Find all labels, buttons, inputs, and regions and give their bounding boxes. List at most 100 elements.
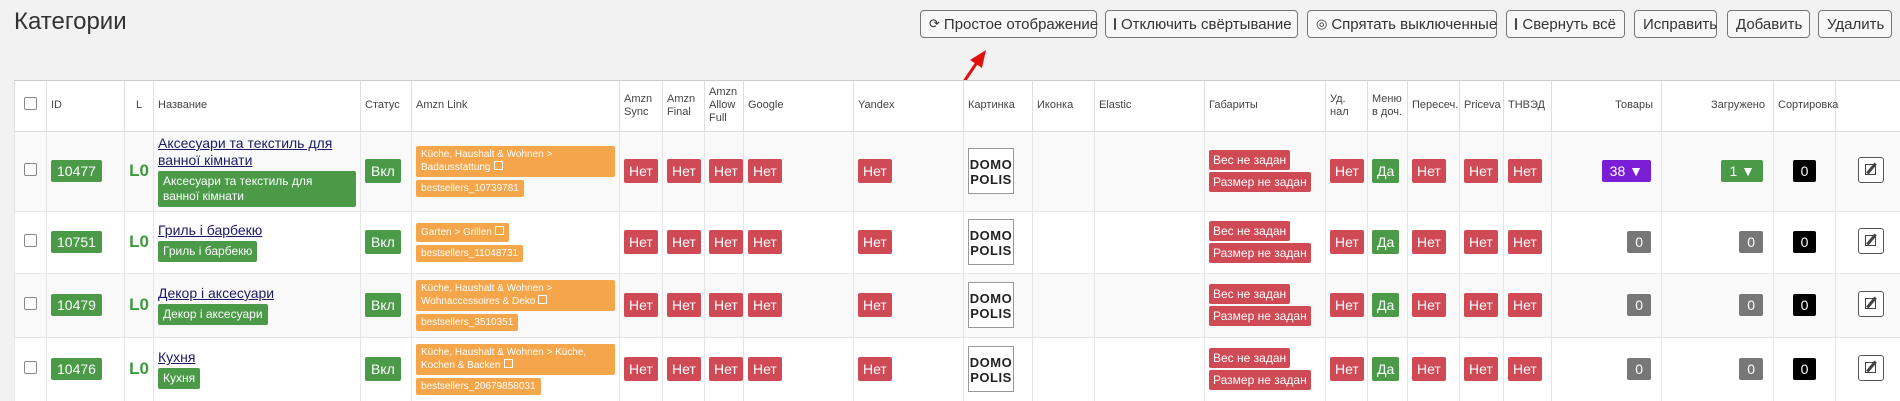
peresech-badge[interactable]: Нет xyxy=(1412,293,1446,317)
products-count[interactable]: 0 xyxy=(1627,358,1651,380)
col-tnved[interactable]: ТНВЭД xyxy=(1504,81,1552,131)
status-toggle[interactable]: Вкл xyxy=(365,159,401,183)
col-l[interactable]: L xyxy=(125,81,154,131)
tnved-badge[interactable]: Нет xyxy=(1508,357,1542,381)
amzn-final-badge[interactable]: Нет xyxy=(667,230,701,254)
amzn-final-badge[interactable]: Нет xyxy=(667,159,701,183)
col-elastic[interactable]: Elastic xyxy=(1095,81,1205,131)
status-toggle[interactable]: Вкл xyxy=(365,357,401,381)
amzn-link[interactable]: Küche, Haushalt & Wohnen > Küche, Kochen… xyxy=(416,344,615,375)
amzn-allow-full-badge[interactable]: Нет xyxy=(709,357,743,381)
ud-nal-badge[interactable]: Нет xyxy=(1330,293,1364,317)
col-status[interactable]: Статус xyxy=(361,81,412,131)
yandex-badge[interactable]: Нет xyxy=(858,230,892,254)
priceva-badge[interactable]: Нет xyxy=(1464,159,1498,183)
col-ud-nal[interactable]: Уд. нал xyxy=(1326,81,1368,131)
menu-doch-badge[interactable]: Да xyxy=(1372,293,1399,317)
row-checkbox[interactable] xyxy=(24,163,37,176)
col-yandex[interactable]: Yandex xyxy=(854,81,964,131)
priceva-badge[interactable]: Нет xyxy=(1464,293,1498,317)
col-name[interactable]: Название xyxy=(154,81,361,131)
row-checkbox[interactable] xyxy=(24,297,37,310)
col-icon[interactable]: Иконка xyxy=(1033,81,1095,131)
loaded-count[interactable]: 1 ▼ xyxy=(1721,160,1763,182)
col-amzn-final[interactable]: Amzn Final xyxy=(663,81,705,131)
edit-icon[interactable] xyxy=(1858,291,1884,317)
col-dimensions[interactable]: Габариты xyxy=(1205,81,1326,131)
tnved-badge[interactable]: Нет xyxy=(1508,159,1542,183)
edit-icon[interactable] xyxy=(1858,355,1884,381)
menu-doch-badge[interactable]: Да xyxy=(1372,230,1399,254)
add-button[interactable]: Добавить xyxy=(1727,10,1810,38)
edit-icon[interactable] xyxy=(1858,228,1884,254)
category-name-link[interactable]: Аксесуари та текстиль для ванної кімнати xyxy=(158,135,356,169)
peresech-badge[interactable]: Нет xyxy=(1412,159,1446,183)
collapse-all-button[interactable]: Свернуть всё xyxy=(1506,10,1625,38)
select-all-checkbox[interactable] xyxy=(24,97,37,110)
col-sorting[interactable]: Сортировка xyxy=(1774,81,1836,131)
col-google[interactable]: Google xyxy=(744,81,854,131)
amzn-sync-badge[interactable]: Нет xyxy=(624,293,658,317)
edit-icon[interactable] xyxy=(1858,157,1884,183)
col-priceva[interactable]: Priceva xyxy=(1460,81,1504,131)
products-count[interactable]: 0 xyxy=(1627,294,1651,316)
google-badge[interactable]: Нет xyxy=(748,230,782,254)
priceva-badge[interactable]: Нет xyxy=(1464,230,1498,254)
simple-view-button[interactable]: ⟳ Простое отображение xyxy=(920,10,1097,38)
tnved-badge[interactable]: Нет xyxy=(1508,293,1542,317)
category-picture[interactable]: DOMOPOLIS xyxy=(968,282,1014,328)
menu-doch-badge[interactable]: Да xyxy=(1372,357,1399,381)
loaded-count[interactable]: 0 xyxy=(1739,294,1763,316)
yandex-badge[interactable]: Нет xyxy=(858,159,892,183)
yandex-badge[interactable]: Нет xyxy=(858,293,892,317)
menu-doch-badge[interactable]: Да xyxy=(1372,159,1399,183)
amzn-sync-badge[interactable]: Нет xyxy=(624,159,658,183)
ud-nal-badge[interactable]: Нет xyxy=(1330,357,1364,381)
category-picture[interactable]: DOMOPOLIS xyxy=(968,148,1014,194)
amzn-final-badge[interactable]: Нет xyxy=(667,293,701,317)
col-peresech[interactable]: Пересеч. xyxy=(1408,81,1460,131)
col-products[interactable]: Товары xyxy=(1552,81,1662,131)
fix-button[interactable]: Исправить xyxy=(1634,10,1717,38)
col-id[interactable]: ID xyxy=(47,81,125,131)
products-count[interactable]: 0 xyxy=(1627,231,1651,253)
amzn-allow-full-badge[interactable]: Нет xyxy=(709,159,743,183)
hide-disabled-button[interactable]: ◎ Спрятать выключенные xyxy=(1307,10,1497,38)
priceva-badge[interactable]: Нет xyxy=(1464,357,1498,381)
delete-button[interactable]: Удалить xyxy=(1818,10,1892,38)
amzn-allow-full-badge[interactable]: Нет xyxy=(709,293,743,317)
yandex-badge[interactable]: Нет xyxy=(858,357,892,381)
google-badge[interactable]: Нет xyxy=(748,357,782,381)
row-checkbox[interactable] xyxy=(24,361,37,374)
google-badge[interactable]: Нет xyxy=(748,293,782,317)
products-count[interactable]: 38 ▼ xyxy=(1602,160,1651,182)
row-checkbox[interactable] xyxy=(24,234,37,247)
peresech-badge[interactable]: Нет xyxy=(1412,230,1446,254)
amzn-link[interactable]: Küche, Haushalt & Wohnen > Badausstattun… xyxy=(416,146,615,177)
status-toggle[interactable]: Вкл xyxy=(365,230,401,254)
ud-nal-badge[interactable]: Нет xyxy=(1330,230,1364,254)
category-picture[interactable]: DOMOPOLIS xyxy=(968,219,1014,265)
category-name-link[interactable]: Гриль і барбекю xyxy=(158,222,356,239)
tnved-badge[interactable]: Нет xyxy=(1508,230,1542,254)
amzn-sync-badge[interactable]: Нет xyxy=(624,357,658,381)
col-amzn-link[interactable]: Amzn Link xyxy=(412,81,620,131)
category-picture[interactable]: DOMOPOLIS xyxy=(968,346,1014,392)
disable-collapse-button[interactable]: Отключить свёртывание xyxy=(1105,10,1298,38)
loaded-count[interactable]: 0 xyxy=(1739,358,1763,380)
ud-nal-badge[interactable]: Нет xyxy=(1330,159,1364,183)
amzn-link[interactable]: Küche, Haushalt & Wohnen > Wohnaccessoir… xyxy=(416,280,615,311)
loaded-count[interactable]: 0 xyxy=(1739,231,1763,253)
peresech-badge[interactable]: Нет xyxy=(1412,357,1446,381)
category-name-link[interactable]: Декор і аксесуари xyxy=(158,285,356,302)
amzn-link[interactable]: Garten > Grillen xyxy=(416,223,509,242)
col-picture[interactable]: Картинка xyxy=(964,81,1033,131)
amzn-sync-badge[interactable]: Нет xyxy=(624,230,658,254)
status-toggle[interactable]: Вкл xyxy=(365,293,401,317)
col-loaded[interactable]: Загружено xyxy=(1662,81,1774,131)
col-amzn-allow-full[interactable]: Amzn Allow Full xyxy=(705,81,744,131)
col-amzn-sync[interactable]: Amzn Sync xyxy=(620,81,663,131)
col-menu-doch[interactable]: Меню в доч. xyxy=(1368,81,1408,131)
amzn-final-badge[interactable]: Нет xyxy=(667,357,701,381)
google-badge[interactable]: Нет xyxy=(748,159,782,183)
